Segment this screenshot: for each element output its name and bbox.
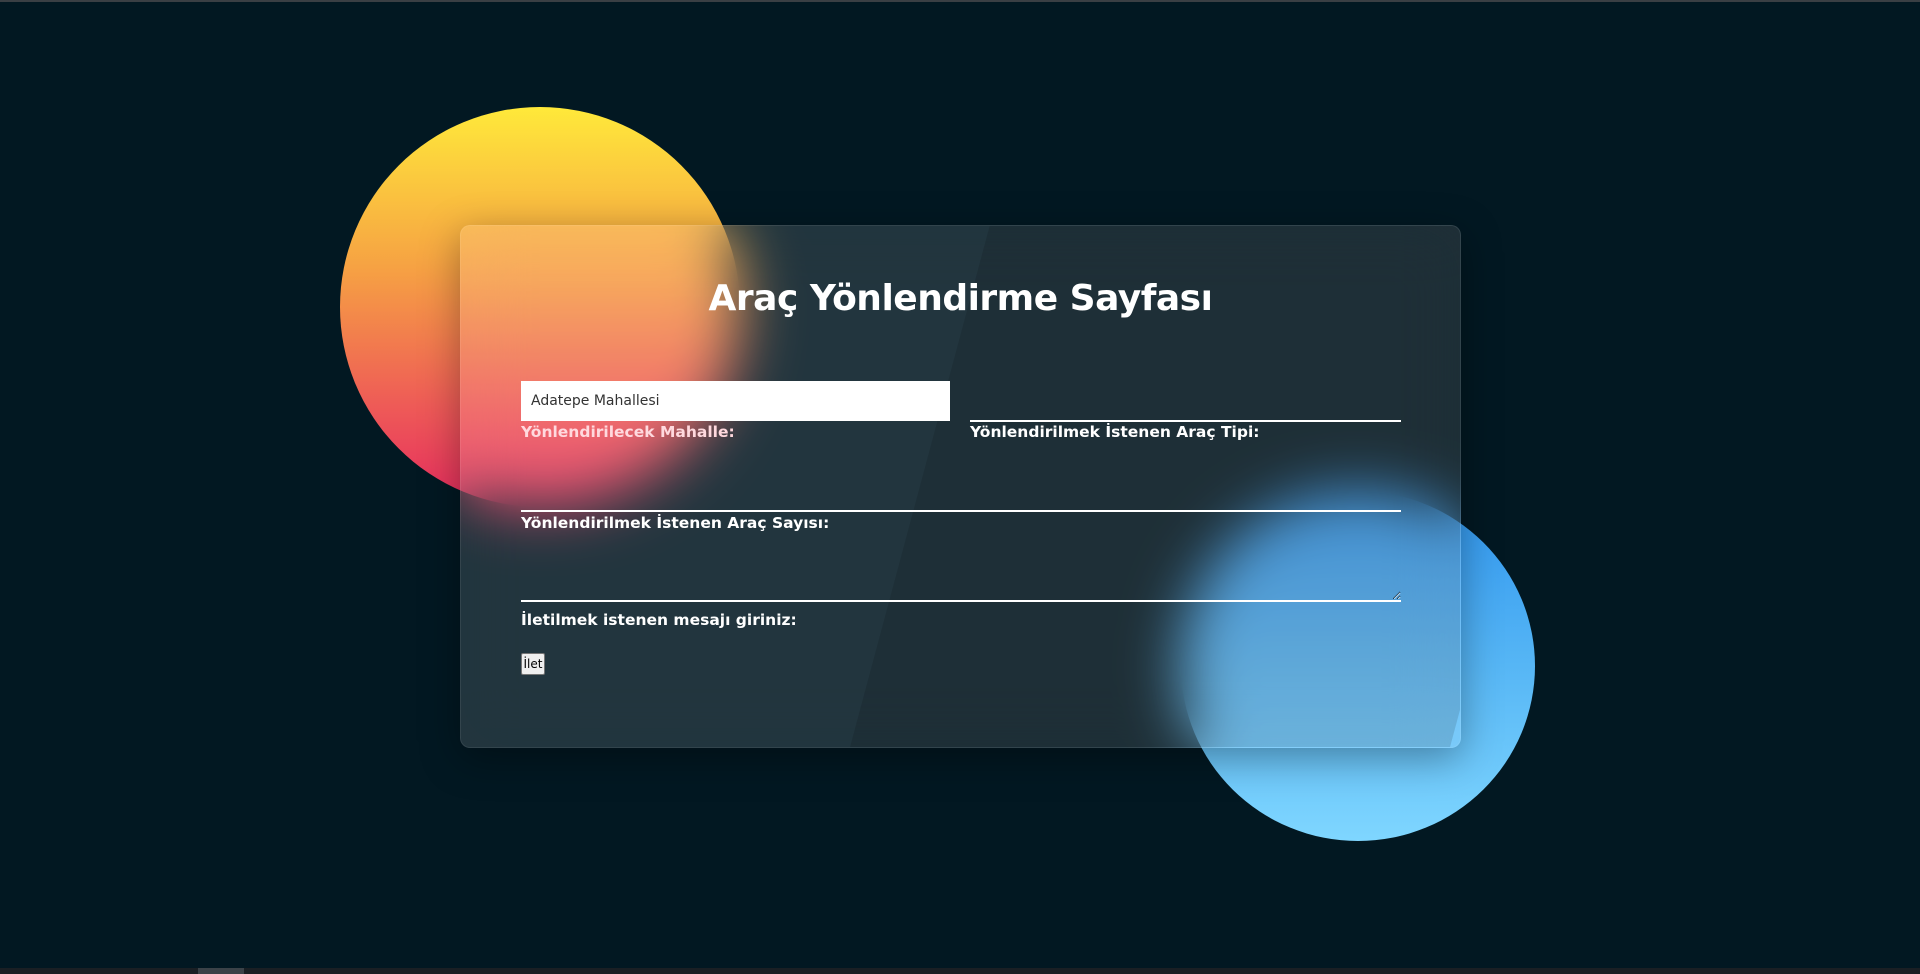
arac-tipi-input[interactable] [970, 384, 1401, 422]
form-card: Araç Yönlendirme Sayfası Yönlendirilecek… [460, 225, 1461, 748]
page-title: Araç Yönlendirme Sayfası [708, 278, 1213, 319]
mesaj-textarea[interactable] [521, 566, 1401, 602]
bottom-taskbar-strip [0, 968, 1920, 974]
mahalle-input[interactable] [521, 381, 950, 421]
mesaj-label: İletilmek istenen mesajı giriniz: [521, 611, 797, 629]
window-top-border [0, 0, 1920, 2]
mahalle-label: Yönlendirilecek Mahalle: [521, 423, 735, 441]
arac-tipi-label: Yönlendirilmek İstenen Araç Tipi: [970, 423, 1260, 441]
taskbar-indicator [198, 968, 244, 974]
arac-sayisi-label: Yönlendirilmek İstenen Araç Sayısı: [521, 514, 830, 532]
ilet-button[interactable]: İlet [521, 653, 545, 675]
arac-sayisi-input[interactable] [521, 474, 1401, 512]
